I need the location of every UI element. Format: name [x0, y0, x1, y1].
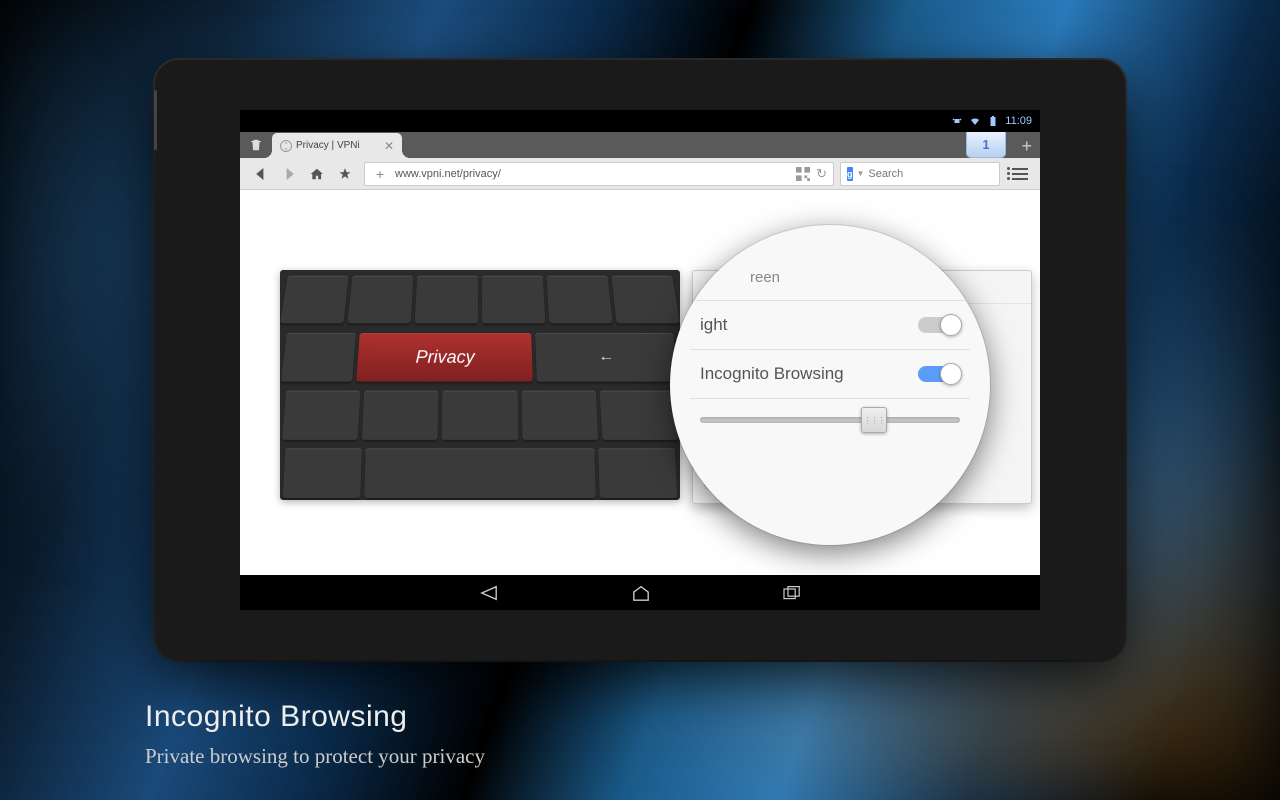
zoom-brightness-slider[interactable]	[690, 399, 970, 441]
caption-title: Incognito Browsing	[145, 700, 485, 734]
url-bar[interactable]: + ↻	[364, 162, 834, 186]
url-input[interactable]	[395, 168, 790, 180]
search-engine-dropdown[interactable]: ▼	[857, 169, 865, 178]
arrow-key: ←	[536, 333, 679, 382]
wifi-icon	[969, 115, 981, 127]
search-bar[interactable]: g ▼	[840, 162, 1000, 186]
zoom-item-night[interactable]: ight	[690, 301, 970, 350]
promo-caption: Incognito Browsing Private browsing to p…	[145, 700, 485, 769]
tab-title: Privacy | VPNi	[296, 140, 360, 151]
add-bookmark-button[interactable]: +	[371, 165, 389, 183]
browser-tab[interactable]: Privacy | VPNi ✕	[272, 133, 402, 158]
clock: 11:09	[1005, 115, 1032, 127]
android-statusbar: 11:09	[240, 110, 1040, 132]
battery-icon	[987, 115, 999, 127]
privacy-key: Privacy	[356, 333, 533, 382]
home-button[interactable]	[304, 161, 330, 187]
forward-button[interactable]	[276, 161, 302, 187]
nav-recents-button[interactable]	[782, 585, 802, 601]
reload-button[interactable]: ↻	[816, 166, 827, 182]
google-icon: g	[847, 167, 853, 181]
keyboard-image: Privacy ←	[280, 270, 680, 500]
nav-back-button[interactable]	[478, 584, 500, 602]
zoom-lens: reen ight Incognito Browsing	[670, 225, 990, 545]
back-button[interactable]	[248, 161, 274, 187]
toggle-night[interactable]	[918, 317, 960, 333]
qr-icon[interactable]	[796, 167, 810, 181]
nav-home-button[interactable]	[630, 584, 652, 602]
search-input[interactable]	[868, 168, 1010, 180]
caption-subtitle: Private browsing to protect your privacy	[145, 744, 485, 769]
new-tab-button[interactable]: +	[1021, 136, 1032, 157]
zoom-item-fullscreen[interactable]: reen	[690, 255, 970, 301]
tab-count-button[interactable]: 1	[966, 132, 1006, 158]
toggle-incognito[interactable]	[918, 366, 960, 382]
bookmarks-button[interactable]	[332, 161, 358, 187]
tab-strip: Privacy | VPNi ✕ 1 +	[240, 132, 1040, 158]
android-navbar	[240, 575, 1040, 610]
close-tab-button[interactable]: ✕	[384, 139, 394, 153]
vibrate-icon	[951, 115, 963, 127]
browser-toolbar: + ↻ g ▼	[240, 158, 1040, 190]
globe-icon	[280, 140, 292, 152]
menu-button[interactable]	[1008, 162, 1032, 186]
slider-thumb[interactable]	[861, 407, 887, 433]
zoom-item-incognito[interactable]: Incognito Browsing	[690, 350, 970, 399]
